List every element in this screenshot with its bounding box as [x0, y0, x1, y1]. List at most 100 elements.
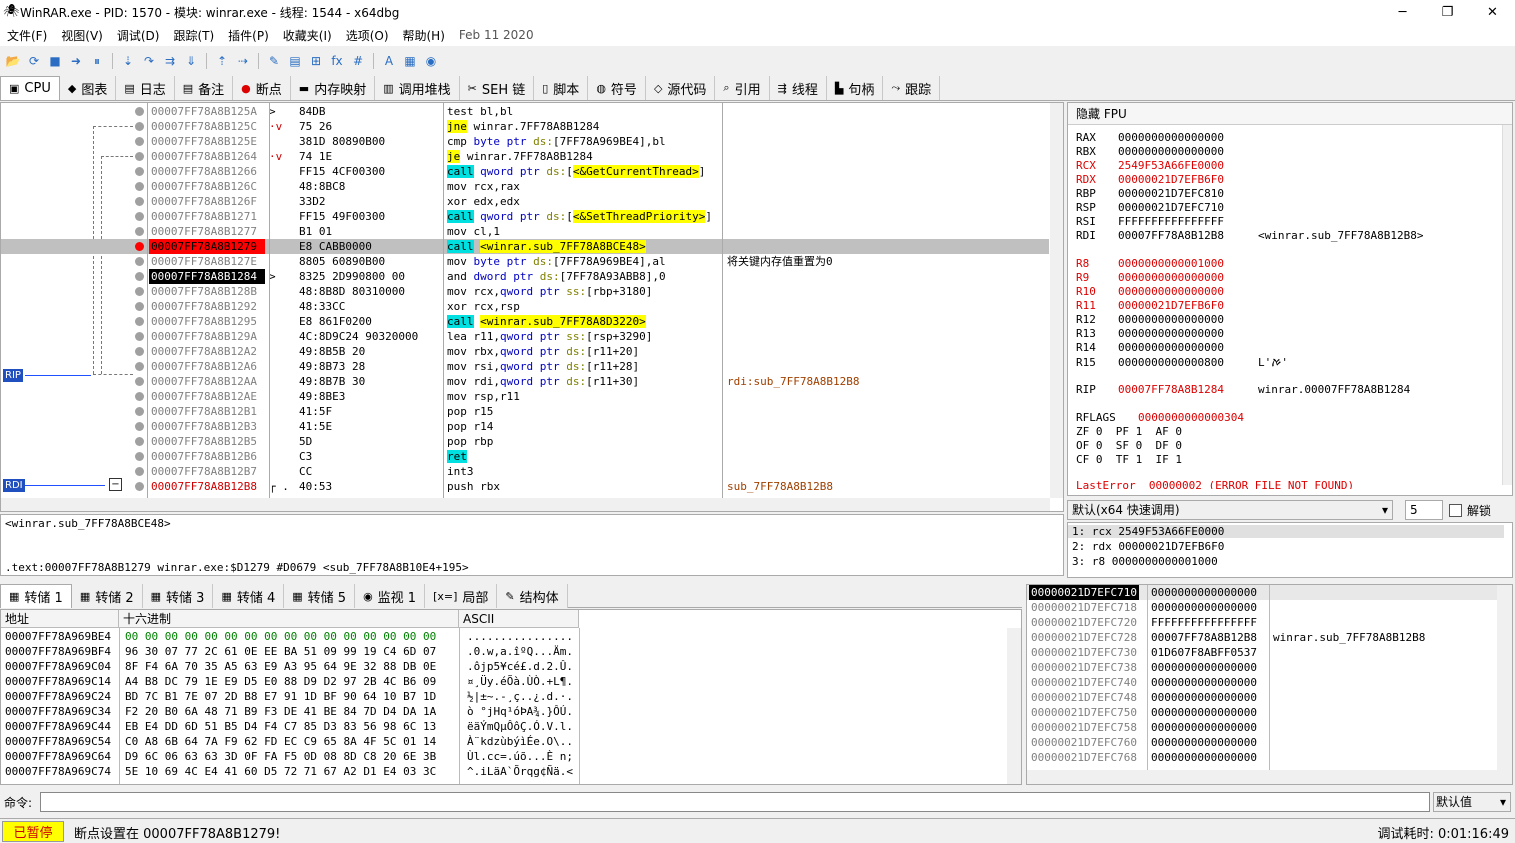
registers-header[interactable]: 隐藏 FPU — [1068, 103, 1512, 125]
register-row[interactable]: R14 0000000000000000 — [1076, 341, 1224, 354]
flags-row[interactable]: ZF 0 PF 1 AF 0 — [1076, 425, 1182, 438]
step-over-icon[interactable]: ↷ — [140, 52, 158, 70]
stack-row[interactable]: 00000021D7EFC718 0000000000000000 — [1027, 600, 1497, 615]
breakpoint-dot-icon[interactable] — [135, 167, 144, 176]
disasm-row[interactable]: 00007FF78A8B125E 381D 80890B00 cmp byte pt… — [1, 134, 1049, 149]
run-to-user-icon[interactable]: ⇢ — [234, 52, 252, 70]
breakpoint-dot-icon[interactable] — [135, 272, 144, 281]
command-type-select[interactable]: 默认值 ▾ — [1433, 792, 1511, 812]
dump-tab-6[interactable]: ◉ 监视 1 — [355, 584, 426, 608]
tab-memory-map[interactable]: ▬ 内存映射 — [290, 76, 376, 100]
stack-row[interactable]: 00000021D7EFC738 0000000000000000 — [1027, 660, 1497, 675]
disassembly-horizontal-scrollbar[interactable] — [1, 498, 1050, 511]
menu-item[interactable]: 调试(D) — [110, 27, 167, 44]
unlock-checkbox[interactable] — [1449, 503, 1462, 517]
tab-seh[interactable]: ✂ SEH 链 — [459, 76, 535, 100]
breakpoint-dot-icon[interactable] — [135, 422, 144, 431]
function-icon[interactable]: fx — [328, 52, 346, 70]
register-row[interactable]: R11 00000021D7EFB6F0 — [1076, 299, 1224, 312]
register-row[interactable]: RSP 00000021D7EFC710 — [1076, 201, 1224, 214]
dump-row[interactable]: 00007FF78A969C54 C0 A8 6B 64 7A F9 62 FD … — [1, 734, 1021, 749]
disassembly-view[interactable]: RIP 00007FF78A8B125A >84DB test bl,bl 00007… — [0, 102, 1064, 512]
breakpoint-dot-icon[interactable] — [135, 152, 144, 161]
breakpoint-dot-icon[interactable] — [135, 287, 144, 296]
stack-row[interactable]: 00000021D7EFC748 0000000000000000 — [1027, 690, 1497, 705]
step-into-icon[interactable]: ⇣ — [119, 52, 137, 70]
tab-call-stack[interactable]: ▥ 调用堆栈 — [375, 76, 460, 100]
tab-breakpoint[interactable]: ● 断点 — [233, 76, 291, 100]
register-row[interactable]: RFLAGS 0000000000000304 — [1076, 411, 1244, 424]
dump-row[interactable]: 00007FF78A969C44 EB E4 DD 6D 51 B5 D4 F4 … — [1, 719, 1021, 734]
stack-row[interactable]: 00000021D7EFC758 0000000000000000 — [1027, 720, 1497, 735]
register-row[interactable]: RAX 0000000000000000 — [1076, 131, 1224, 144]
disasm-row[interactable]: 00007FF78A8B12B5 5D pop rbp — [1, 434, 1049, 449]
disasm-row[interactable]: 00007FF78A8B1266 FF15 4CF00300 call qword … — [1, 164, 1049, 179]
breakpoint-dot-icon[interactable] — [135, 362, 144, 371]
bookmark-icon[interactable]: ⊞ — [307, 52, 325, 70]
disasm-row[interactable]: 00007FF78A8B1292 48:33CC xor rcx,rsp — [1, 299, 1049, 314]
tab-source[interactable]: ◇ 源代码 — [645, 76, 716, 100]
tab-handles[interactable]: ▙ 句柄 — [826, 76, 884, 100]
disasm-row[interactable]: 00007FF78A8B12AE 49:8BE3 mov rsp,r11 — [1, 389, 1049, 404]
stack-arg-row[interactable]: 3: r8 0000000000001000 — [1072, 555, 1218, 568]
pause-icon[interactable]: ⏸ — [88, 52, 106, 70]
run-icon[interactable]: ➜ — [67, 52, 85, 70]
tab-threads[interactable]: ⇶ 线程 — [769, 76, 827, 100]
trace-into-icon[interactable]: ⇉ — [161, 52, 179, 70]
breakpoint-dot-icon[interactable] — [135, 437, 144, 446]
tab-script[interactable]: ▯ 脚本 — [534, 76, 589, 100]
breakpoint-dot-icon[interactable] — [135, 302, 144, 311]
stack-row[interactable]: 00000021D7EFC710 0000000000000000 — [1027, 585, 1497, 600]
disasm-row[interactable]: 00007FF78A8B12B6 C3 ret — [1, 449, 1049, 464]
dump-tab-3[interactable]: ▦ 转储 3 — [142, 584, 214, 608]
maximize-button[interactable]: ❐ — [1425, 0, 1470, 24]
stack-arguments[interactable]: 1: rcx 2549F53A66FE0000 2: rdx 00000021D7… — [1067, 522, 1513, 578]
breakpoint-dot-icon[interactable] — [135, 137, 144, 146]
menu-item[interactable]: 选项(O) — [339, 27, 396, 44]
breakpoint-dot-icon[interactable] — [135, 257, 144, 266]
tab-notes[interactable]: ▤ 备注 — [174, 76, 234, 100]
stack-scrollbar[interactable] — [1497, 585, 1512, 770]
dump-row[interactable]: 00007FF78A969C74 5E 10 69 4C E4 41 60 D5 … — [1, 764, 1021, 779]
breakpoint-dot-icon[interactable] — [135, 197, 144, 206]
disasm-row[interactable]: 00007FF78A8B12B3 41:5E pop r14 — [1, 419, 1049, 434]
register-row[interactable]: R10 0000000000000000 — [1076, 285, 1224, 298]
menu-item[interactable]: 收藏夹(I) — [276, 27, 339, 44]
breakpoint-dot-icon[interactable] — [135, 212, 144, 221]
disasm-row[interactable]: 00007FF78A8B1279 E8 CABB0000 call <winrar.… — [1, 239, 1049, 254]
tab-cpu[interactable]: ▣ CPU — [0, 76, 60, 100]
dump-scrollbar[interactable] — [1007, 628, 1021, 784]
dump-row[interactable]: 00007FF78A969C64 D9 6C 06 63 63 3D 0F FA … — [1, 749, 1021, 764]
menu-item[interactable]: 文件(F) — [0, 27, 54, 44]
stop-icon[interactable]: ■ — [46, 52, 64, 70]
register-row[interactable]: R15 0000000000000800 L'ࠀ' — [1076, 355, 1288, 370]
dump-tab-8[interactable]: ✎ 结构体 — [497, 584, 568, 608]
dump-tab-2[interactable]: ▦ 转储 2 — [71, 584, 143, 608]
disasm-row[interactable]: 00007FF78A8B12A2 49:8B5B 20 mov rbx,qword … — [1, 344, 1049, 359]
dump-row[interactable]: 00007FF78A969C04 8F F4 6A 70 35 A5 63 E9 … — [1, 659, 1021, 674]
stack-row[interactable]: 00000021D7EFC720 FFFFFFFFFFFFFFFF — [1027, 615, 1497, 630]
label-icon[interactable]: ▤ — [286, 52, 304, 70]
disasm-row[interactable]: 00007FF78A8B12B1 41:5F pop r15 — [1, 404, 1049, 419]
globe-icon[interactable]: ◉ — [422, 52, 440, 70]
breakpoint-dot-icon[interactable] — [135, 182, 144, 191]
execute-till-return-icon[interactable]: ⇡ — [213, 52, 231, 70]
collapse-box-icon[interactable]: − — [109, 478, 122, 491]
breakpoint-dot-icon[interactable] — [135, 347, 144, 356]
close-button[interactable]: ✕ — [1470, 0, 1515, 24]
stack-row[interactable]: 00000021D7EFC750 0000000000000000 — [1027, 705, 1497, 720]
disasm-row[interactable]: 00007FF78A8B1271 FF15 49F00300 call qword … — [1, 209, 1049, 224]
comment-icon[interactable]: ✎ — [265, 52, 283, 70]
stack-horizontal-scrollbar[interactable] — [1027, 770, 1512, 784]
tab-graph[interactable]: ◆ 图表 — [59, 76, 117, 100]
disasm-row[interactable]: 00007FF78A8B1284 >8325 2D990800 00 and dwo… — [1, 269, 1049, 284]
breakpoint-dot-icon[interactable] — [135, 107, 144, 116]
register-row[interactable]: RSI FFFFFFFFFFFFFFFF — [1076, 215, 1224, 228]
registers-panel[interactable]: 隐藏 FPU RAX 0000000000000000 RBX 00000000000… — [1067, 102, 1513, 496]
disasm-row[interactable]: 00007FF78A8B1295 E8 861F0200 call <winrar.… — [1, 314, 1049, 329]
flags-row[interactable]: CF 0 TF 1 IF 1 — [1076, 453, 1182, 466]
breakpoint-dot-icon[interactable] — [135, 242, 144, 251]
command-input[interactable] — [40, 792, 1430, 812]
breakpoint-dot-icon[interactable] — [135, 407, 144, 416]
disasm-row[interactable]: 00007FF78A8B126F 33D2 xor edx,edx — [1, 194, 1049, 209]
